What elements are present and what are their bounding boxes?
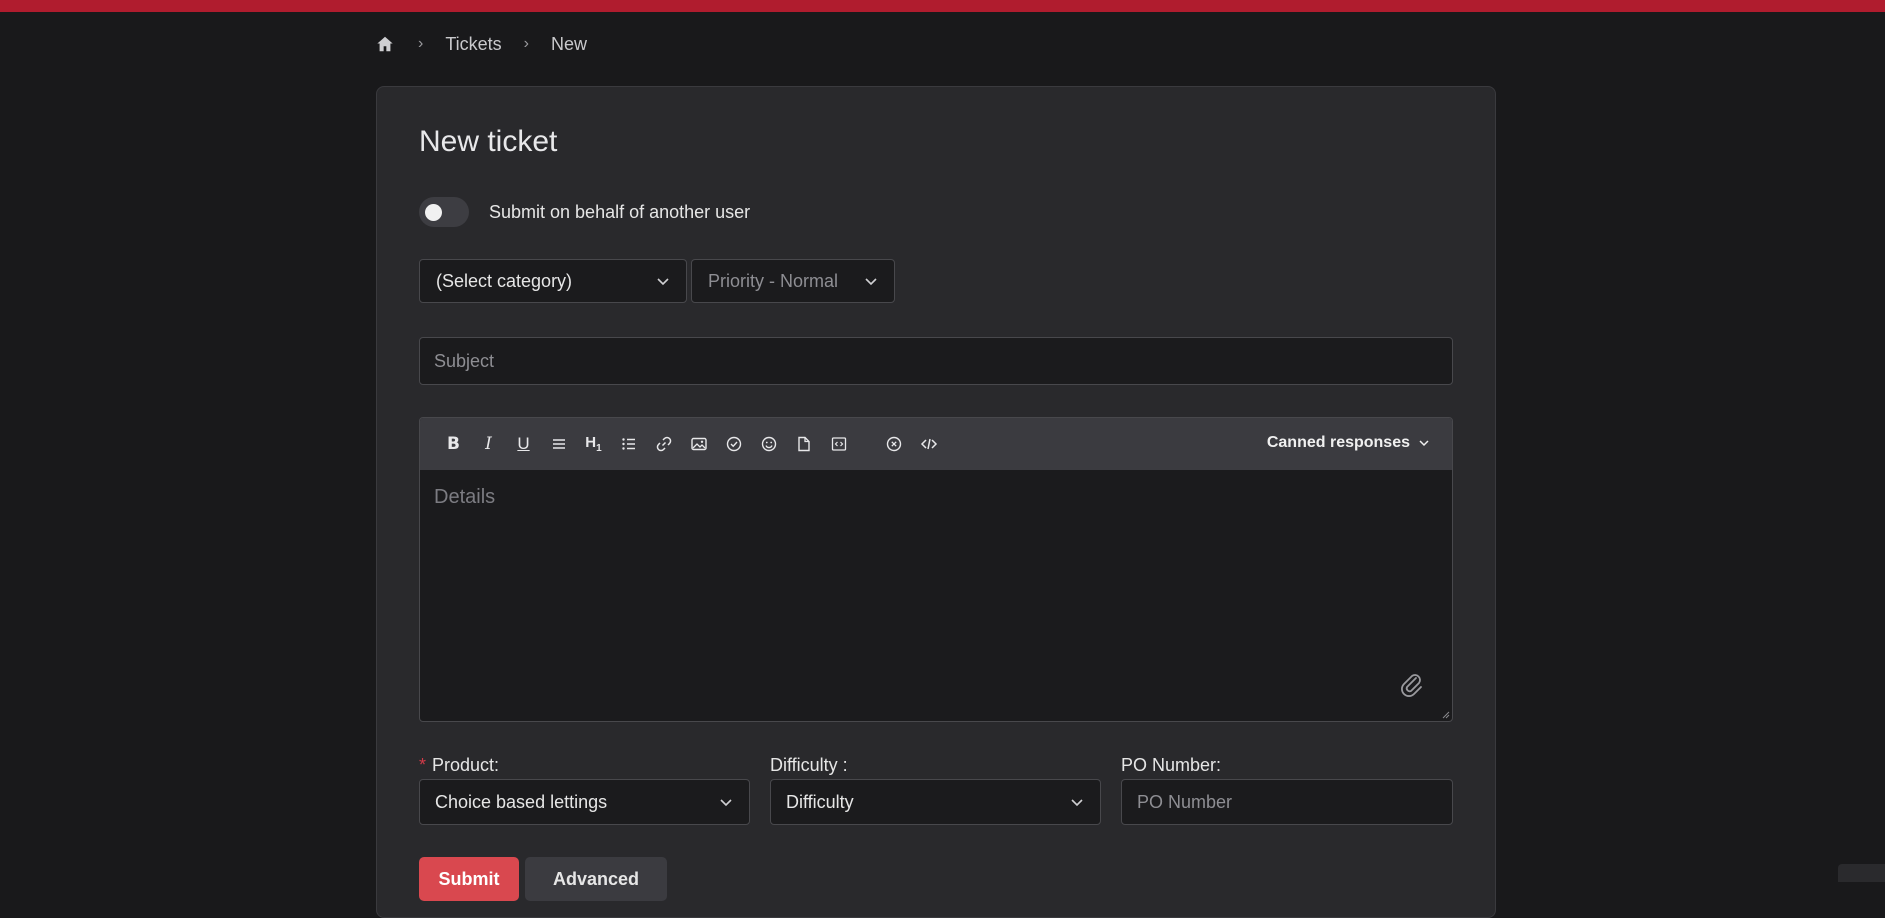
details-placeholder: Details — [434, 486, 496, 508]
behalf-toggle-label: Submit on behalf of another user — [489, 201, 751, 222]
chevron-down-icon — [1071, 799, 1083, 807]
priority-select[interactable]: Priority - Normal — [691, 259, 895, 303]
chevron-down-icon — [1419, 440, 1429, 447]
resize-handle-icon[interactable] — [1442, 711, 1450, 719]
product-select[interactable]: Choice based lettings — [419, 779, 750, 825]
priority-select-value: Priority - Normal — [708, 270, 839, 291]
required-asterisk: * — [419, 755, 427, 775]
chevron-down-icon — [720, 799, 732, 807]
align-icon[interactable] — [541, 429, 576, 459]
chevron-down-icon — [657, 278, 669, 286]
underline-icon[interactable]: U — [506, 429, 541, 459]
canned-responses-label: Canned responses — [1266, 434, 1410, 451]
top-accent-bar — [0, 0, 1885, 12]
category-select[interactable]: (Select category) — [419, 259, 687, 303]
submit-button[interactable]: Submit — [419, 857, 519, 901]
po-number-input[interactable]: PO Number — [1121, 779, 1453, 825]
behalf-toggle-row: Submit on behalf of another user — [419, 197, 750, 227]
advanced-button[interactable]: Advanced — [525, 857, 667, 901]
link-icon[interactable] — [646, 429, 681, 459]
bold-icon[interactable]: B — [436, 429, 471, 459]
page-title: New ticket — [419, 125, 558, 158]
difficulty-select-value: Difficulty — [786, 791, 854, 812]
canned-responses-dropdown[interactable]: Canned responses — [1267, 434, 1430, 452]
italic-icon[interactable]: I — [471, 429, 506, 459]
po-number-label: PO Number: — [1121, 755, 1222, 775]
editor-toolbar: B I U H1 Canned responses — [420, 418, 1452, 470]
code-block-icon[interactable] — [821, 429, 856, 459]
details-editor[interactable]: B I U H1 Canned responses Details — [419, 417, 1453, 722]
source-code-icon[interactable] — [911, 429, 946, 459]
chevron-down-icon — [865, 278, 877, 286]
difficulty-label: Difficulty : — [770, 755, 848, 775]
subject-placeholder: Subject — [434, 350, 495, 371]
subject-input[interactable]: Subject — [419, 337, 1453, 385]
difficulty-select[interactable]: Difficulty — [770, 779, 1101, 825]
checkmark-icon[interactable] — [716, 429, 751, 459]
product-select-value: Choice based lettings — [435, 791, 608, 812]
behalf-toggle[interactable] — [419, 197, 469, 227]
file-icon[interactable] — [786, 429, 821, 459]
breadcrumb-separator-icon: › — [418, 35, 424, 52]
home-icon[interactable] — [376, 34, 396, 54]
emoji-icon[interactable] — [751, 429, 786, 459]
toggle-knob — [425, 204, 442, 221]
corner-widget — [1838, 864, 1885, 882]
breadcrumb: › Tickets › New — [376, 30, 587, 58]
category-select-value: (Select category) — [436, 270, 573, 291]
breadcrumb-current: New — [551, 33, 588, 54]
paperclip-icon[interactable] — [1398, 671, 1426, 699]
bullet-list-icon[interactable] — [611, 429, 646, 459]
breadcrumb-separator-icon: › — [523, 35, 529, 52]
heading-icon[interactable]: H1 — [576, 429, 611, 459]
image-icon[interactable] — [681, 429, 716, 459]
clear-format-icon[interactable] — [876, 429, 911, 459]
product-label: * Product: — [419, 755, 500, 775]
po-number-placeholder: PO Number — [1137, 791, 1233, 812]
new-ticket-card: New ticket Submit on behalf of another u… — [376, 86, 1496, 918]
breadcrumb-tickets-link[interactable]: Tickets — [445, 34, 501, 55]
